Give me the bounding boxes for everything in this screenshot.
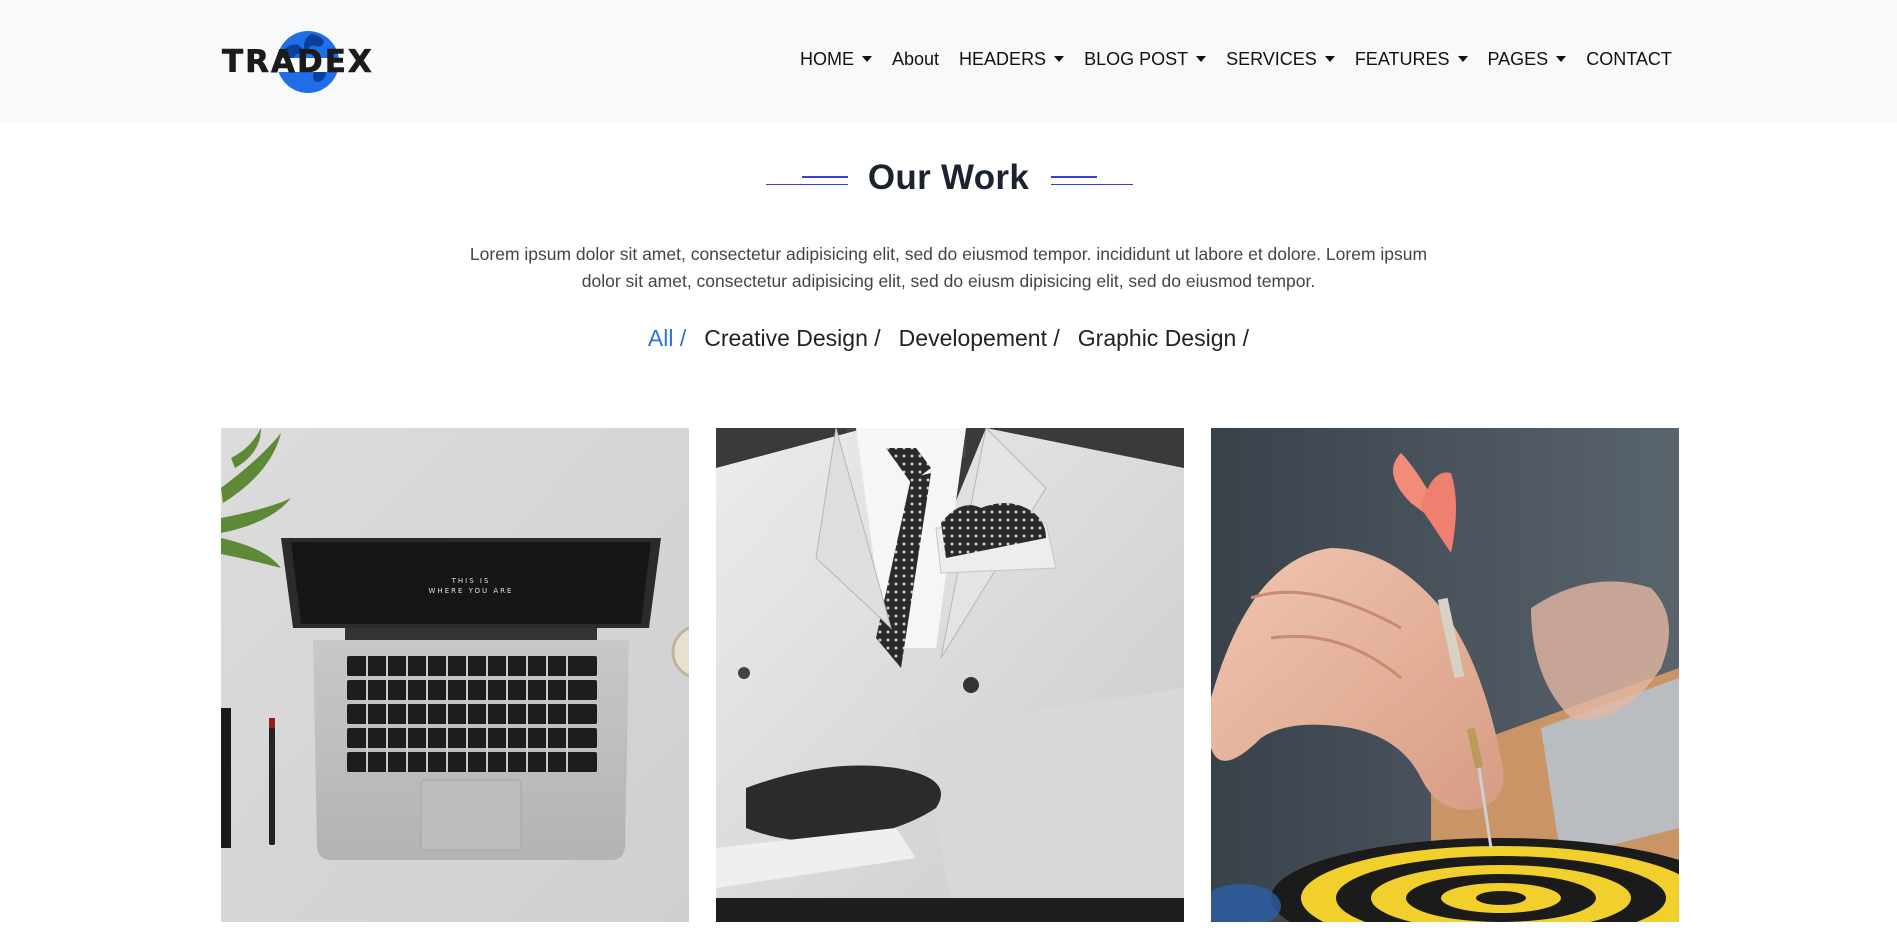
portfolio-item-dart[interactable] bbox=[1211, 428, 1679, 922]
nav-blog-post-label: BLOG POST bbox=[1084, 48, 1189, 69]
laptop-screen-text-2: WHERE YOU ARE bbox=[429, 587, 514, 595]
caret-down-icon bbox=[1054, 56, 1065, 62]
filter-graphic-design[interactable]: Graphic Design / bbox=[1078, 325, 1249, 352]
suit-image bbox=[716, 428, 1184, 922]
caret-down-icon bbox=[1556, 56, 1567, 62]
nav-contact[interactable]: CONTACT bbox=[1586, 49, 1672, 70]
section-title-wrap: Our Work bbox=[0, 158, 1897, 198]
intro-line-2: dolor sit amet, consectetur adipisicing … bbox=[581, 271, 1316, 291]
nav-services[interactable]: SERVICES bbox=[1226, 49, 1335, 70]
dart-image bbox=[1211, 428, 1679, 922]
filter-all[interactable]: All / bbox=[648, 325, 686, 352]
caret-down-icon bbox=[1457, 56, 1468, 62]
caret-down-icon bbox=[862, 56, 872, 62]
laptop-screen-text-1: THIS IS bbox=[451, 577, 491, 585]
filter-developement[interactable]: Developement / bbox=[899, 325, 1060, 352]
brand-name: TRADEX bbox=[222, 44, 374, 81]
portfolio-item-laptop[interactable]: THIS IS WHERE YOU ARE bbox=[221, 428, 689, 922]
nav-contact-label: CONTACT bbox=[1586, 48, 1672, 69]
filter-creative-design[interactable]: Creative Design / bbox=[704, 325, 880, 352]
section-intro: Lorem ipsum dolor sit amet, consectetur … bbox=[440, 241, 1457, 295]
brand-logo[interactable]: TRADEX bbox=[222, 22, 372, 98]
main-nav: HOME About HEADERS BLOG POST SERVICES FE… bbox=[800, 46, 1672, 72]
nav-pages-label: PAGES bbox=[1487, 48, 1549, 69]
caret-down-icon bbox=[1324, 56, 1335, 62]
nav-about-label: About bbox=[892, 48, 940, 69]
nav-features-label: FEATURES bbox=[1354, 48, 1450, 69]
nav-blog-post[interactable]: BLOG POST bbox=[1084, 48, 1207, 70]
portfolio-filters: All / Creative Design / Developement / G… bbox=[0, 325, 1897, 352]
nav-services-label: SERVICES bbox=[1226, 48, 1317, 69]
laptop-image: THIS IS WHERE YOU ARE bbox=[221, 428, 689, 922]
nav-headers-label: HEADERS bbox=[959, 48, 1047, 69]
portfolio-item-suit[interactable] bbox=[716, 428, 1184, 922]
nav-home-label: HOME bbox=[800, 48, 854, 69]
nav-features[interactable]: FEATURES bbox=[1355, 49, 1468, 70]
nav-home[interactable]: HOME bbox=[800, 49, 872, 70]
nav-pages[interactable]: PAGES bbox=[1488, 49, 1567, 70]
section-title: Our Work bbox=[867, 158, 1030, 197]
nav-about[interactable]: About bbox=[892, 49, 939, 70]
intro-line-1: Lorem ipsum dolor sit amet, consectetur … bbox=[469, 244, 1428, 264]
top-navbar: TRADEX HOME About HEADERS BLOG POST SERV… bbox=[0, 0, 1897, 123]
nav-headers[interactable]: HEADERS bbox=[959, 48, 1065, 70]
caret-down-icon bbox=[1196, 56, 1207, 62]
